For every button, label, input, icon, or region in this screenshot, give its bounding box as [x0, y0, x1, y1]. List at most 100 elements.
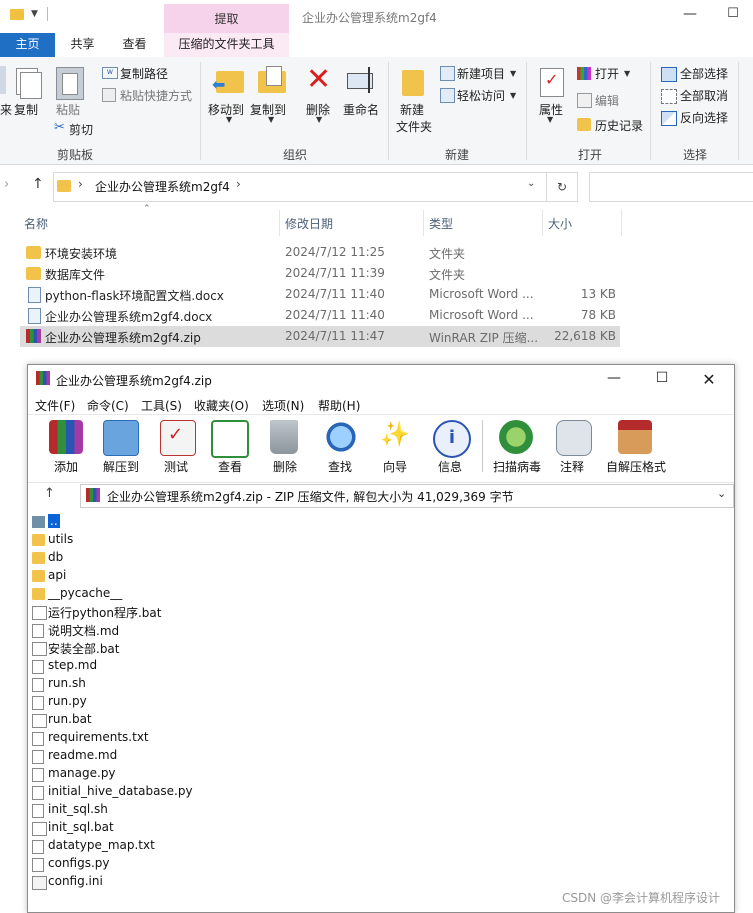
quick-access-folder-icon[interactable]: [10, 9, 24, 20]
forward-icon[interactable]: ›: [4, 177, 9, 192]
properties-dropdown-icon[interactable]: ▼: [547, 115, 553, 124]
paste-shortcut-icon[interactable]: [102, 88, 116, 102]
delete-dropdown-icon[interactable]: ▼: [316, 115, 322, 124]
archive-entry-row[interactable]: readme.md: [32, 747, 432, 765]
column-separator[interactable]: [279, 210, 280, 236]
archive-entry-row[interactable]: 说明文档.md: [32, 621, 432, 639]
delete-x-icon[interactable]: ✕: [306, 62, 331, 97]
quick-access-dropdown-icon[interactable]: ▼: [31, 9, 38, 19]
archive-entry-row[interactable]: db: [32, 549, 432, 567]
archive-entry-row[interactable]: init_sql.bat: [32, 819, 432, 837]
minimize-button[interactable]: —: [680, 6, 700, 26]
select-none-icon[interactable]: [661, 89, 677, 104]
copy-path-icon[interactable]: W: [102, 67, 118, 79]
tab-share[interactable]: 共享: [60, 33, 105, 57]
column-header-size[interactable]: 大小: [548, 215, 572, 232]
file-row[interactable]: 企业办公管理系统m2gf4.docx 2024/7/11 11:40 Micro…: [20, 305, 620, 326]
edit-button[interactable]: 编辑: [595, 92, 619, 109]
invert-selection-button[interactable]: 反向选择: [680, 109, 728, 126]
winrar-open-icon[interactable]: [577, 67, 591, 80]
breadcrumb-chevron-icon[interactable]: ›: [78, 177, 83, 191]
file-row-selected[interactable]: 企业办公管理系统m2gf4.zip 2024/7/11 11:47 WinRAR…: [20, 326, 620, 347]
toolbar-comment-button[interactable]: 注释: [550, 458, 594, 475]
pin-icon[interactable]: [0, 66, 6, 94]
menu-help[interactable]: 帮助(H): [318, 397, 360, 414]
scissors-icon[interactable]: ✂: [54, 120, 65, 135]
select-all-button[interactable]: 全部选择: [680, 65, 728, 82]
archive-entry-row[interactable]: __pycache__: [32, 585, 432, 603]
new-folder-button-line2[interactable]: 文件夹: [396, 118, 432, 135]
archive-entry-row[interactable]: manage.py: [32, 765, 432, 783]
new-item-dropdown-icon[interactable]: ▼: [510, 69, 516, 78]
history-button[interactable]: 历史记录: [595, 117, 643, 134]
open-dropdown-icon[interactable]: ▼: [624, 69, 630, 78]
new-folder-icon[interactable]: [402, 70, 424, 96]
select-all-icon[interactable]: [661, 67, 677, 82]
easy-access-button[interactable]: 轻松访问: [457, 87, 505, 104]
new-item-icon[interactable]: [440, 66, 455, 81]
toolbar-test-button[interactable]: 测试: [154, 458, 198, 475]
paste-button[interactable]: 粘贴: [56, 101, 80, 118]
menu-commands[interactable]: 命令(C): [87, 397, 129, 414]
add-archive-icon[interactable]: [49, 420, 83, 454]
archive-entry-row[interactable]: ..: [32, 513, 432, 531]
comment-bubble-icon[interactable]: [556, 420, 592, 456]
view-book-icon[interactable]: [211, 420, 249, 458]
cut-button[interactable]: 剪切: [69, 121, 93, 138]
archive-entry-row[interactable]: configs.py: [32, 855, 432, 873]
toolbar-wizard-button[interactable]: 向导: [373, 458, 417, 475]
toolbar-delete-button[interactable]: 删除: [263, 458, 307, 475]
select-none-button[interactable]: 全部取消: [680, 87, 728, 104]
easy-access-dropdown-icon[interactable]: ▼: [510, 91, 516, 100]
up-folder-arrow-icon[interactable]: ↑: [44, 486, 55, 501]
rename-button[interactable]: 重命名: [343, 101, 379, 118]
context-tab-extract[interactable]: 提取: [164, 10, 289, 27]
archive-entry-row[interactable]: api: [32, 567, 432, 585]
sfx-box-icon[interactable]: [618, 420, 652, 454]
delete-trash-icon[interactable]: [270, 420, 298, 454]
archive-entry-row[interactable]: step.md: [32, 657, 432, 675]
toolbar-view-button[interactable]: 查看: [208, 458, 252, 475]
toolbar-extract-button[interactable]: 解压到: [98, 458, 144, 475]
column-separator[interactable]: [621, 210, 622, 236]
tab-view[interactable]: 查看: [112, 33, 157, 57]
info-icon[interactable]: i: [433, 420, 471, 458]
find-magnifier-icon[interactable]: [324, 420, 358, 454]
archive-entry-row[interactable]: initial_hive_database.py: [32, 783, 432, 801]
refresh-icon[interactable]: ↻: [546, 172, 578, 202]
toolbar-sfx-button[interactable]: 自解压格式: [603, 458, 669, 475]
toolbar-scan-button[interactable]: 扫描病毒: [490, 458, 544, 475]
archive-entry-row[interactable]: config.ini: [32, 873, 432, 891]
search-input[interactable]: [589, 172, 753, 202]
history-icon[interactable]: [577, 118, 591, 131]
column-header-type[interactable]: 类型: [429, 215, 453, 232]
menu-favorites[interactable]: 收藏夹(O): [194, 397, 249, 414]
archive-entry-row[interactable]: requirements.txt: [32, 729, 432, 747]
edit-icon[interactable]: [577, 93, 592, 108]
file-row[interactable]: 环境安装环境 2024/7/12 11:25 文件夹: [20, 242, 620, 263]
file-row[interactable]: 数据库文件 2024/7/11 11:39 文件夹: [20, 263, 620, 284]
archive-entry-row[interactable]: run.bat: [32, 711, 432, 729]
new-item-button[interactable]: 新建项目: [457, 65, 505, 82]
winrar-close-button[interactable]: ✕: [699, 370, 719, 389]
open-button[interactable]: 打开: [595, 65, 619, 82]
virus-scan-icon[interactable]: [499, 420, 533, 454]
easy-access-icon[interactable]: [440, 88, 455, 103]
menu-options[interactable]: 选项(N): [262, 397, 304, 414]
toolbar-info-button[interactable]: 信息: [428, 458, 472, 475]
archive-entry-row[interactable]: run.sh: [32, 675, 432, 693]
new-folder-button-line1[interactable]: 新建: [400, 101, 424, 118]
extract-to-folder-icon[interactable]: [103, 420, 139, 456]
archive-entry-row[interactable]: 安装全部.bat: [32, 639, 432, 657]
column-header-date[interactable]: 修改日期: [285, 215, 333, 232]
winrar-minimize-button[interactable]: —: [604, 370, 624, 386]
menu-file[interactable]: 文件(F): [35, 397, 75, 414]
file-row[interactable]: python-flask环境配置文档.docx 2024/7/11 11:40 …: [20, 284, 620, 305]
breadcrumb-current[interactable]: 企业办公管理系统m2gf4: [95, 178, 230, 195]
archive-entry-row[interactable]: utils: [32, 531, 432, 549]
address-dropdown-icon[interactable]: ⌄: [527, 178, 535, 189]
winrar-maximize-button[interactable]: ☐: [652, 370, 672, 386]
toolbar-add-button[interactable]: 添加: [44, 458, 88, 475]
column-separator[interactable]: [423, 210, 424, 236]
wizard-wand-icon[interactable]: ✨: [380, 420, 410, 448]
